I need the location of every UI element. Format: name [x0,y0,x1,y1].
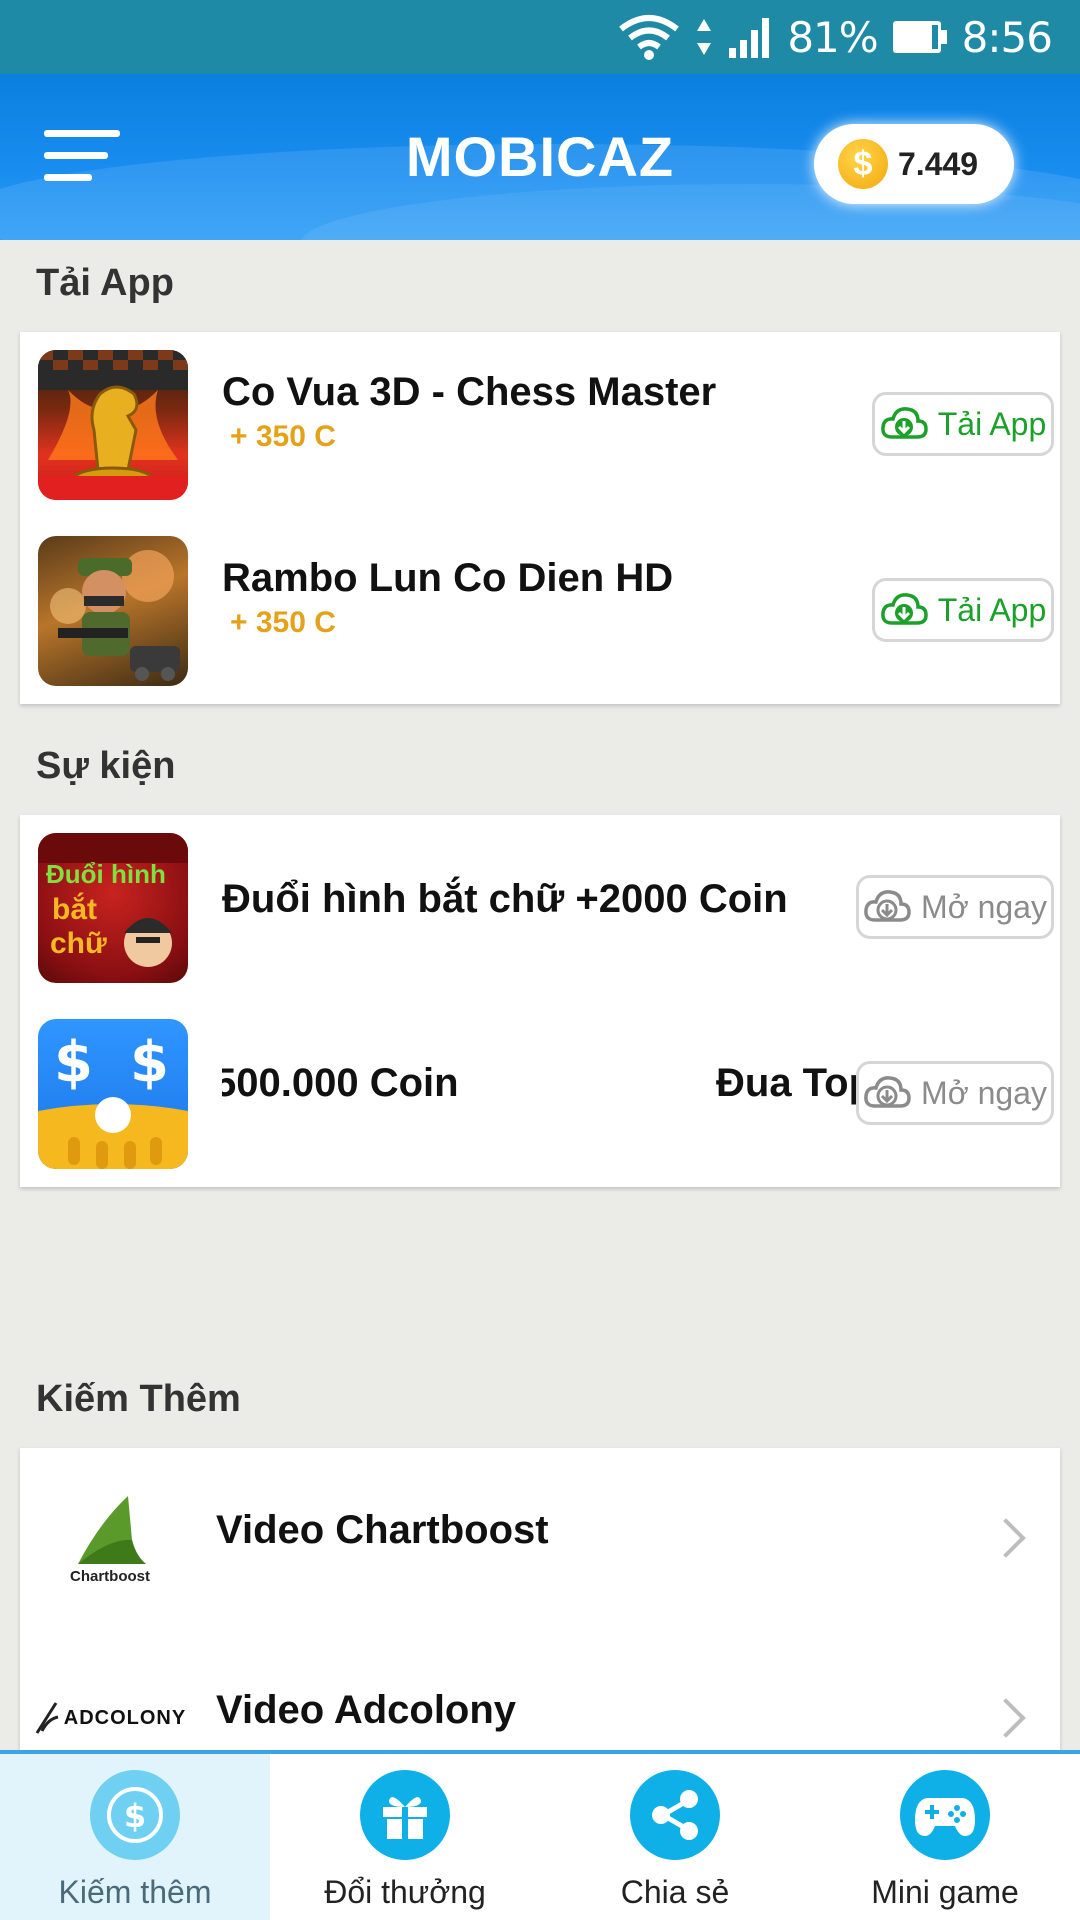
download-app-label: Tải App [937,591,1047,628]
dollar-coin-icon: $ [90,1770,180,1860]
cloud-download-icon [880,593,928,625]
svg-text:$: $ [130,1030,169,1095]
icon-text: Đuổi hình [46,859,166,889]
chevron-right-icon [986,1698,1026,1738]
tab-label: Mini game [871,1874,1019,1910]
bottom-navigation: $ Kiếm thêm Đổi thưởng Chia sẻ Mini game [0,1750,1080,1920]
tab-mini-game[interactable]: Mini game [810,1754,1080,1920]
gamepad-icon [900,1770,990,1860]
app-row[interactable]: Rambo Lun Co Dien HD + 350 C Tải App [20,518,1060,704]
event-name-marquee: 500.000 Coin Đua Top [222,1061,856,1131]
icon-text: chữ [50,927,107,960]
events-card: Đuổi hình bắt chữ Đuổi hình bắt chữ +200… [20,815,1060,1187]
tab-label: Đổi thưởng [324,1874,486,1910]
earn-item-name: Video Chartboost [216,1508,549,1552]
data-arrows-icon [697,19,712,55]
cloud-download-icon [864,890,911,922]
download-app-button[interactable]: Tải App [872,578,1054,642]
download-app-label: Tải App [937,405,1047,442]
signal-icon [729,18,770,58]
event-row[interactable]: $ $ 500.000 Coin Đua Top Mở ngay [20,1001,1060,1187]
event-name: Đuổi hình bắt chữ +2000 Coin [222,877,788,921]
tab-label: Kiếm thêm [58,1874,212,1910]
open-now-button[interactable]: Mở ngay [856,875,1054,939]
app-row[interactable]: Co Vua 3D - Chess Master + 350 C Tải App [20,332,1060,518]
app-header: MOBICAZ $ 7.449 [0,74,1080,240]
battery-icon [892,21,947,53]
download-app-button[interactable]: Tải App [872,392,1054,456]
section-title-earn-more: Kiếm Thêm [36,1378,241,1420]
adcolony-logo: ADCOLONY [30,1658,190,1750]
dollar-app-icon: $ $ [38,1019,188,1169]
event-row[interactable]: Đuổi hình bắt chữ Đuổi hình bắt chữ +200… [20,815,1060,1001]
icon-text: bắt [52,893,97,926]
section-title-events: Sự kiện [36,745,176,787]
tab-redeem[interactable]: Đổi thưởng [270,1754,540,1920]
earn-row-chartboost[interactable]: Chartboost Video Chartboost [20,1448,1060,1628]
earn-more-card: Chartboost Video Chartboost ADCOLONY Vid… [20,1448,1060,1750]
chess-app-icon [38,350,188,500]
svg-text:$: $ [54,1030,93,1095]
tab-label: Chia sẻ [620,1874,730,1910]
rambo-app-icon [38,536,188,686]
earn-row-adcolony[interactable]: ADCOLONY Video Adcolony [20,1628,1060,1750]
tab-earn-more[interactable]: $ Kiếm thêm [0,1754,270,1920]
app-reward: + 350 C [230,420,336,453]
tab-share[interactable]: Chia sẻ [540,1754,810,1920]
app-name: Rambo Lun Co Dien HD [222,556,674,600]
adcolony-logo-text: ADCOLONY [63,1706,187,1729]
coin-icon: $ [838,139,888,189]
event-name-part: 500.000 Coin [222,1061,459,1105]
battery-percent: 81% [787,12,878,62]
chevron-right-icon [986,1518,1026,1558]
open-now-label: Mở ngay [921,1074,1047,1111]
share-icon [630,1770,720,1860]
open-now-button[interactable]: Mở ngay [856,1061,1054,1125]
clock: 8:56 [961,12,1053,62]
coin-balance[interactable]: $ 7.449 [814,124,1014,204]
coin-balance-value: 7.449 [898,145,979,182]
app-name: Co Vua 3D - Chess Master [222,370,717,414]
open-now-label: Mở ngay [921,888,1047,925]
duoi-hinh-bat-chu-icon: Đuổi hình bắt chữ [38,833,188,983]
chartboost-logo: Chartboost [30,1478,190,1598]
event-name-part: Đua Top [716,1061,856,1105]
download-card: Co Vua 3D - Chess Master + 350 C Tải App [20,332,1060,704]
section-title-download: Tải App [36,262,174,304]
svg-text:$: $ [124,1797,146,1835]
wifi-icon [619,15,680,60]
chartboost-logo-text: Chartboost [70,1567,150,1585]
cloud-download-icon [864,1076,911,1108]
earn-item-name: Video Adcolony [216,1688,517,1732]
status-bar: 81% 8:56 [0,0,1080,74]
app-reward: + 350 C [230,606,336,639]
cloud-download-icon [880,407,928,439]
gift-icon [360,1770,450,1860]
